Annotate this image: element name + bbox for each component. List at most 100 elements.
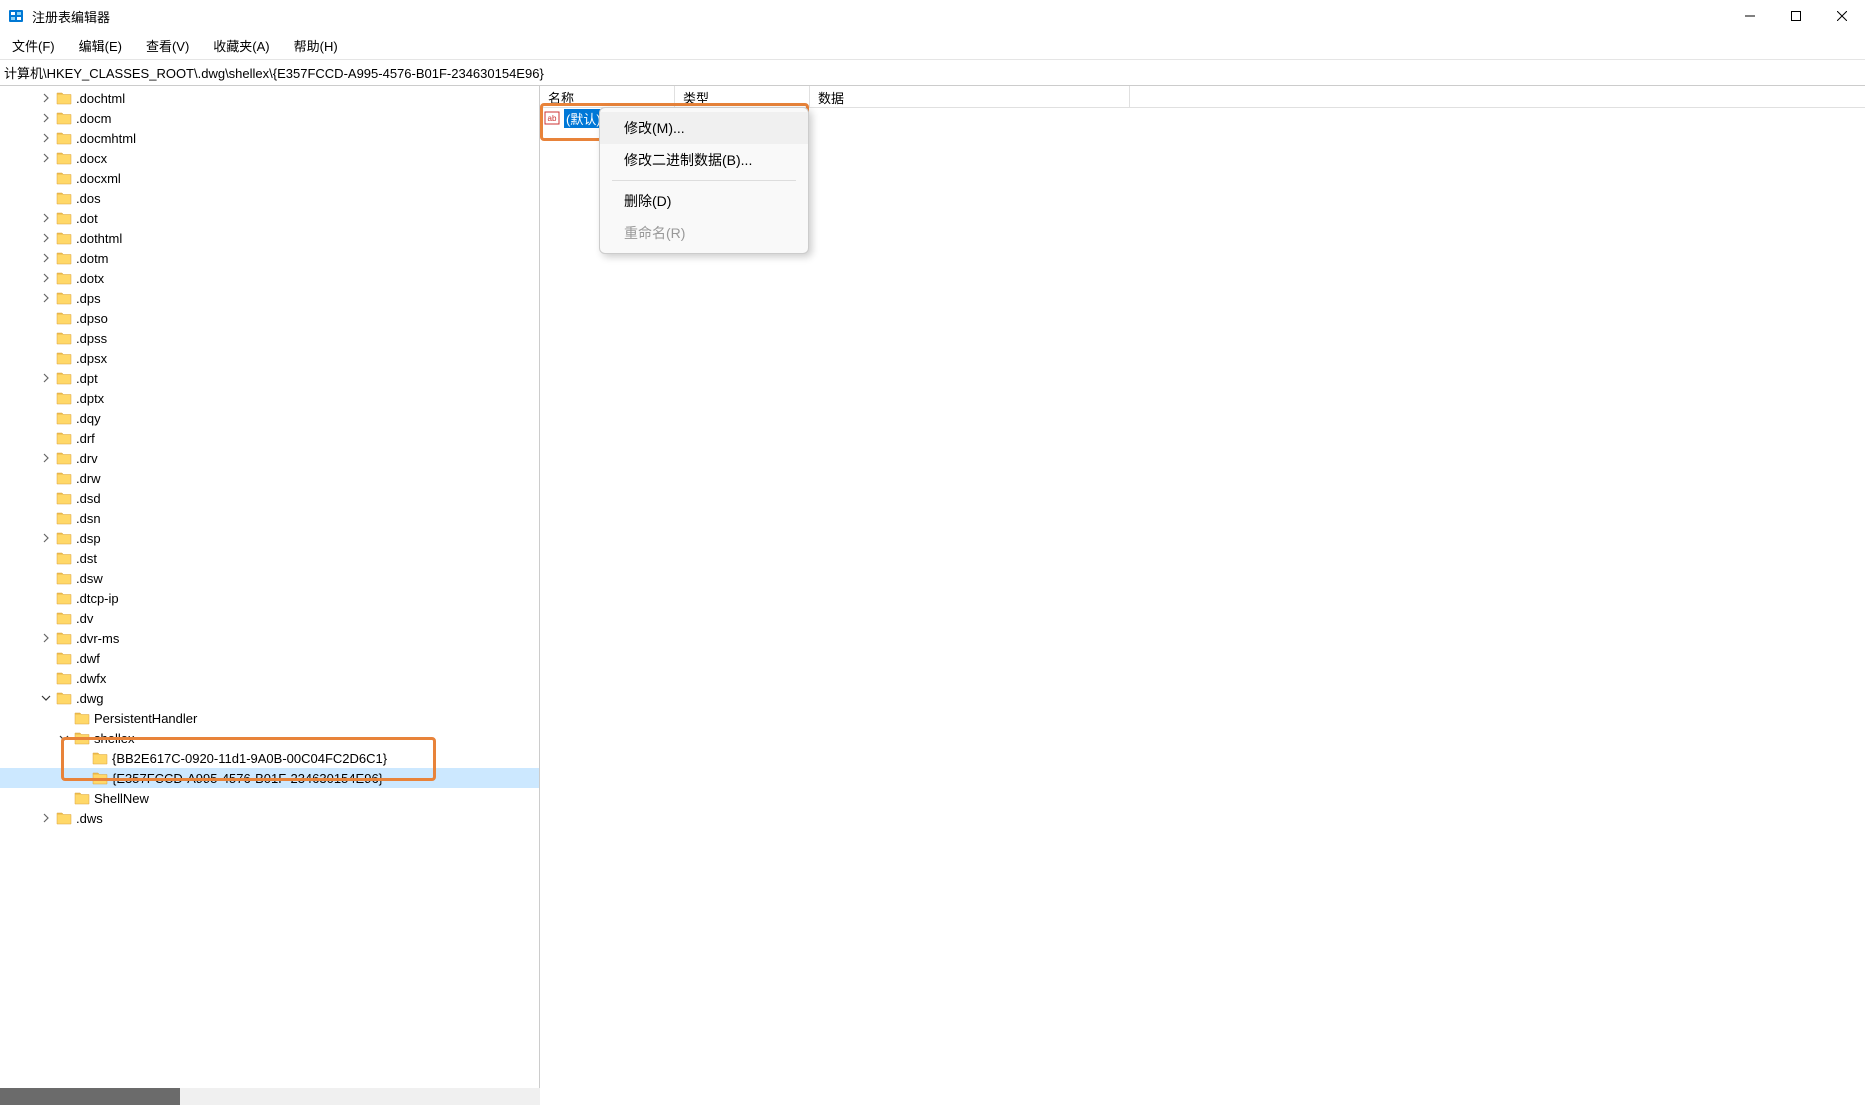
folder-icon <box>56 491 72 505</box>
chevron-right-icon[interactable] <box>38 810 54 826</box>
list-panel[interactable]: 名称 类型 数据 ab (默认) 修改(M)... 修改二进制数据(B)... … <box>540 86 1865 1105</box>
folder-icon <box>56 251 72 265</box>
ctx-delete[interactable]: 删除(D) <box>600 185 808 217</box>
tree-item-label: .dps <box>76 291 101 306</box>
tree-item[interactable]: .dpt <box>0 368 539 388</box>
tree-item[interactable]: .dtcp-ip <box>0 588 539 608</box>
tree-item[interactable]: .dwfx <box>0 668 539 688</box>
tree-item-label: shellex <box>94 731 134 746</box>
tree-item[interactable]: .drw <box>0 468 539 488</box>
tree-item[interactable]: .dpsx <box>0 348 539 368</box>
tree-item[interactable]: .dsn <box>0 508 539 528</box>
folder-icon <box>56 191 72 205</box>
tree-item[interactable]: .dochtml <box>0 88 539 108</box>
tree-item[interactable]: {BB2E617C-0920-11d1-9A0B-00C04FC2D6C1} <box>0 748 539 768</box>
chevron-right-icon[interactable] <box>38 130 54 146</box>
chevron-right-icon[interactable] <box>38 370 54 386</box>
folder-icon <box>56 451 72 465</box>
tree-item[interactable]: .dwf <box>0 648 539 668</box>
folder-icon <box>92 751 108 765</box>
tree-item[interactable]: .docm <box>0 108 539 128</box>
chevron-right-icon[interactable] <box>38 530 54 546</box>
col-data[interactable]: 数据 <box>810 86 1130 107</box>
tree-item[interactable]: shellex <box>0 728 539 748</box>
chevron-right-icon[interactable] <box>38 250 54 266</box>
folder-icon <box>56 311 72 325</box>
folder-icon <box>56 811 72 825</box>
ctx-rename: 重命名(R) <box>600 217 808 249</box>
ctx-modify[interactable]: 修改(M)... <box>600 112 808 144</box>
tree-item-label: .dochtml <box>76 91 125 106</box>
col-name[interactable]: 名称 <box>540 86 675 107</box>
folder-icon <box>56 471 72 485</box>
chevron-right-icon[interactable] <box>38 450 54 466</box>
menu-file[interactable]: 文件(F) <box>8 34 59 57</box>
chevron-right-icon[interactable] <box>38 210 54 226</box>
minimize-button[interactable] <box>1727 0 1773 32</box>
tree-item[interactable]: .dv <box>0 608 539 628</box>
close-button[interactable] <box>1819 0 1865 32</box>
tree-item[interactable]: .docx <box>0 148 539 168</box>
tree-item[interactable]: .dotx <box>0 268 539 288</box>
tree-item[interactable]: .dps <box>0 288 539 308</box>
tree-item[interactable]: .dqy <box>0 408 539 428</box>
chevron-right-icon[interactable] <box>38 290 54 306</box>
folder-icon <box>56 131 72 145</box>
tree-item[interactable]: .dothtml <box>0 228 539 248</box>
tree-item[interactable]: .docxml <box>0 168 539 188</box>
chevron-right-icon[interactable] <box>38 630 54 646</box>
tree-item-label: .drw <box>76 471 101 486</box>
tree-item[interactable]: .dsw <box>0 568 539 588</box>
ctx-modify-binary[interactable]: 修改二进制数据(B)... <box>600 144 808 176</box>
tree-item-label: .docxml <box>76 171 121 186</box>
tree-item[interactable]: .dptx <box>0 388 539 408</box>
horizontal-scrollbar[interactable] <box>0 1088 540 1105</box>
tree-item[interactable]: .dvr-ms <box>0 628 539 648</box>
menu-view[interactable]: 查看(V) <box>142 34 193 57</box>
tree-item[interactable]: .dst <box>0 548 539 568</box>
chevron-down-icon[interactable] <box>56 730 72 746</box>
menu-edit[interactable]: 编辑(E) <box>75 34 126 57</box>
ctx-separator <box>612 180 796 181</box>
scrollbar-thumb[interactable] <box>0 1088 180 1105</box>
chevron-down-icon[interactable] <box>38 690 54 706</box>
folder-icon <box>56 211 72 225</box>
tree-item[interactable]: ShellNew <box>0 788 539 808</box>
tree-item[interactable]: .docmhtml <box>0 128 539 148</box>
tree-item-label: .dwg <box>76 691 103 706</box>
tree-item[interactable]: .dws <box>0 808 539 828</box>
menu-help[interactable]: 帮助(H) <box>290 34 342 57</box>
chevron-right-icon[interactable] <box>38 150 54 166</box>
tree-item[interactable]: .dpss <box>0 328 539 348</box>
tree-item[interactable]: .dot <box>0 208 539 228</box>
tree-item[interactable]: .dos <box>0 188 539 208</box>
chevron-right-icon[interactable] <box>38 110 54 126</box>
tree-item[interactable]: .drf <box>0 428 539 448</box>
chevron-right-icon[interactable] <box>38 90 54 106</box>
tree-item-label: .dpt <box>76 371 98 386</box>
tree-item[interactable]: .dotm <box>0 248 539 268</box>
tree-item[interactable]: .dpso <box>0 308 539 328</box>
tree-item[interactable]: .dwg <box>0 688 539 708</box>
chevron-right-icon[interactable] <box>38 230 54 246</box>
tree-item[interactable]: .drv <box>0 448 539 468</box>
tree-item[interactable]: .dsp <box>0 528 539 548</box>
folder-icon <box>74 791 90 805</box>
addressbar[interactable]: 计算机\HKEY_CLASSES_ROOT\.dwg\shellex\{E357… <box>0 60 1865 86</box>
folder-icon <box>56 291 72 305</box>
menu-favorites[interactable]: 收藏夹(A) <box>209 34 273 57</box>
tree-item[interactable]: PersistentHandler <box>0 708 539 728</box>
tree-item-label: .dvr-ms <box>76 631 119 646</box>
tree-item-label: .dothtml <box>76 231 122 246</box>
tree-item[interactable]: {E357FCCD-A995-4576-B01F-234630154E96} <box>0 768 539 788</box>
tree-panel[interactable]: .dochtml.docm.docmhtml.docx.docxml.dos.d… <box>0 86 540 1105</box>
folder-icon <box>56 91 72 105</box>
tree-item-label: .dqy <box>76 411 101 426</box>
tree-item[interactable]: .dsd <box>0 488 539 508</box>
maximize-button[interactable] <box>1773 0 1819 32</box>
folder-icon <box>56 691 72 705</box>
folder-icon <box>56 531 72 545</box>
chevron-right-icon[interactable] <box>38 270 54 286</box>
col-type[interactable]: 类型 <box>675 86 810 107</box>
folder-icon <box>56 511 72 525</box>
